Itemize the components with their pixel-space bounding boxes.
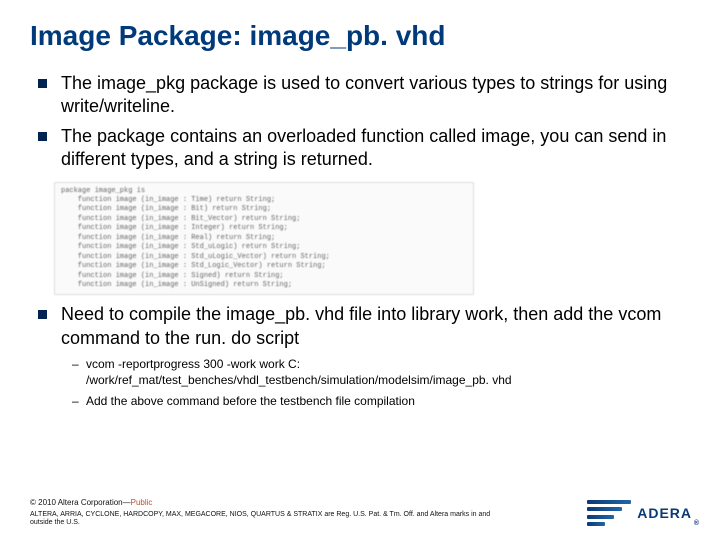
altera-logo-text: ADERA ® xyxy=(637,505,692,521)
square-bullet-icon xyxy=(38,132,47,141)
altera-logo-mark-icon xyxy=(587,500,631,526)
sub-bullet-text: Add the above command before the testben… xyxy=(86,393,415,409)
bullet-text: The package contains an overloaded funct… xyxy=(61,125,690,172)
bullet-item: The image_pkg package is used to convert… xyxy=(38,72,690,119)
code-screenshot: package image_pkg is function image (in_… xyxy=(54,182,474,296)
square-bullet-icon xyxy=(38,310,47,319)
slide: Image Package: image_pb. vhd The image_p… xyxy=(0,0,720,540)
altera-logo: ADERA ® xyxy=(587,500,692,526)
sub-bullet-list: – vcom -reportprogress 300 -work work C:… xyxy=(72,356,690,409)
dash-bullet-icon: – xyxy=(72,356,86,373)
registered-icon: ® xyxy=(694,520,700,527)
bullet-text: Need to compile the image_pb. vhd file i… xyxy=(61,303,690,350)
sub-bullet-item: – Add the above command before the testb… xyxy=(72,393,690,410)
bullet-list-bottom: Need to compile the image_pb. vhd file i… xyxy=(38,303,690,409)
sub-bullet-text: vcom -reportprogress 300 -work work C: /… xyxy=(86,356,690,388)
sub-bullet-item: – vcom -reportprogress 300 -work work C:… xyxy=(72,356,690,388)
copyright-prefix: © 2010 Altera Corporation— xyxy=(30,498,131,507)
legal-text: ALTERA, ARRIA, CYCLONE, HARDCOPY, MAX, M… xyxy=(30,511,510,529)
slide-title: Image Package: image_pb. vhd xyxy=(30,20,690,52)
dash-bullet-icon: – xyxy=(72,393,86,410)
bullet-item: The package contains an overloaded funct… xyxy=(38,125,690,172)
logo-word: ADERA xyxy=(637,505,692,521)
bullet-item: Need to compile the image_pb. vhd file i… xyxy=(38,303,690,350)
bullet-list-top: The image_pkg package is used to convert… xyxy=(38,72,690,172)
copyright-public: Public xyxy=(131,498,153,507)
bullet-text: The image_pkg package is used to convert… xyxy=(61,72,690,119)
square-bullet-icon xyxy=(38,79,47,88)
